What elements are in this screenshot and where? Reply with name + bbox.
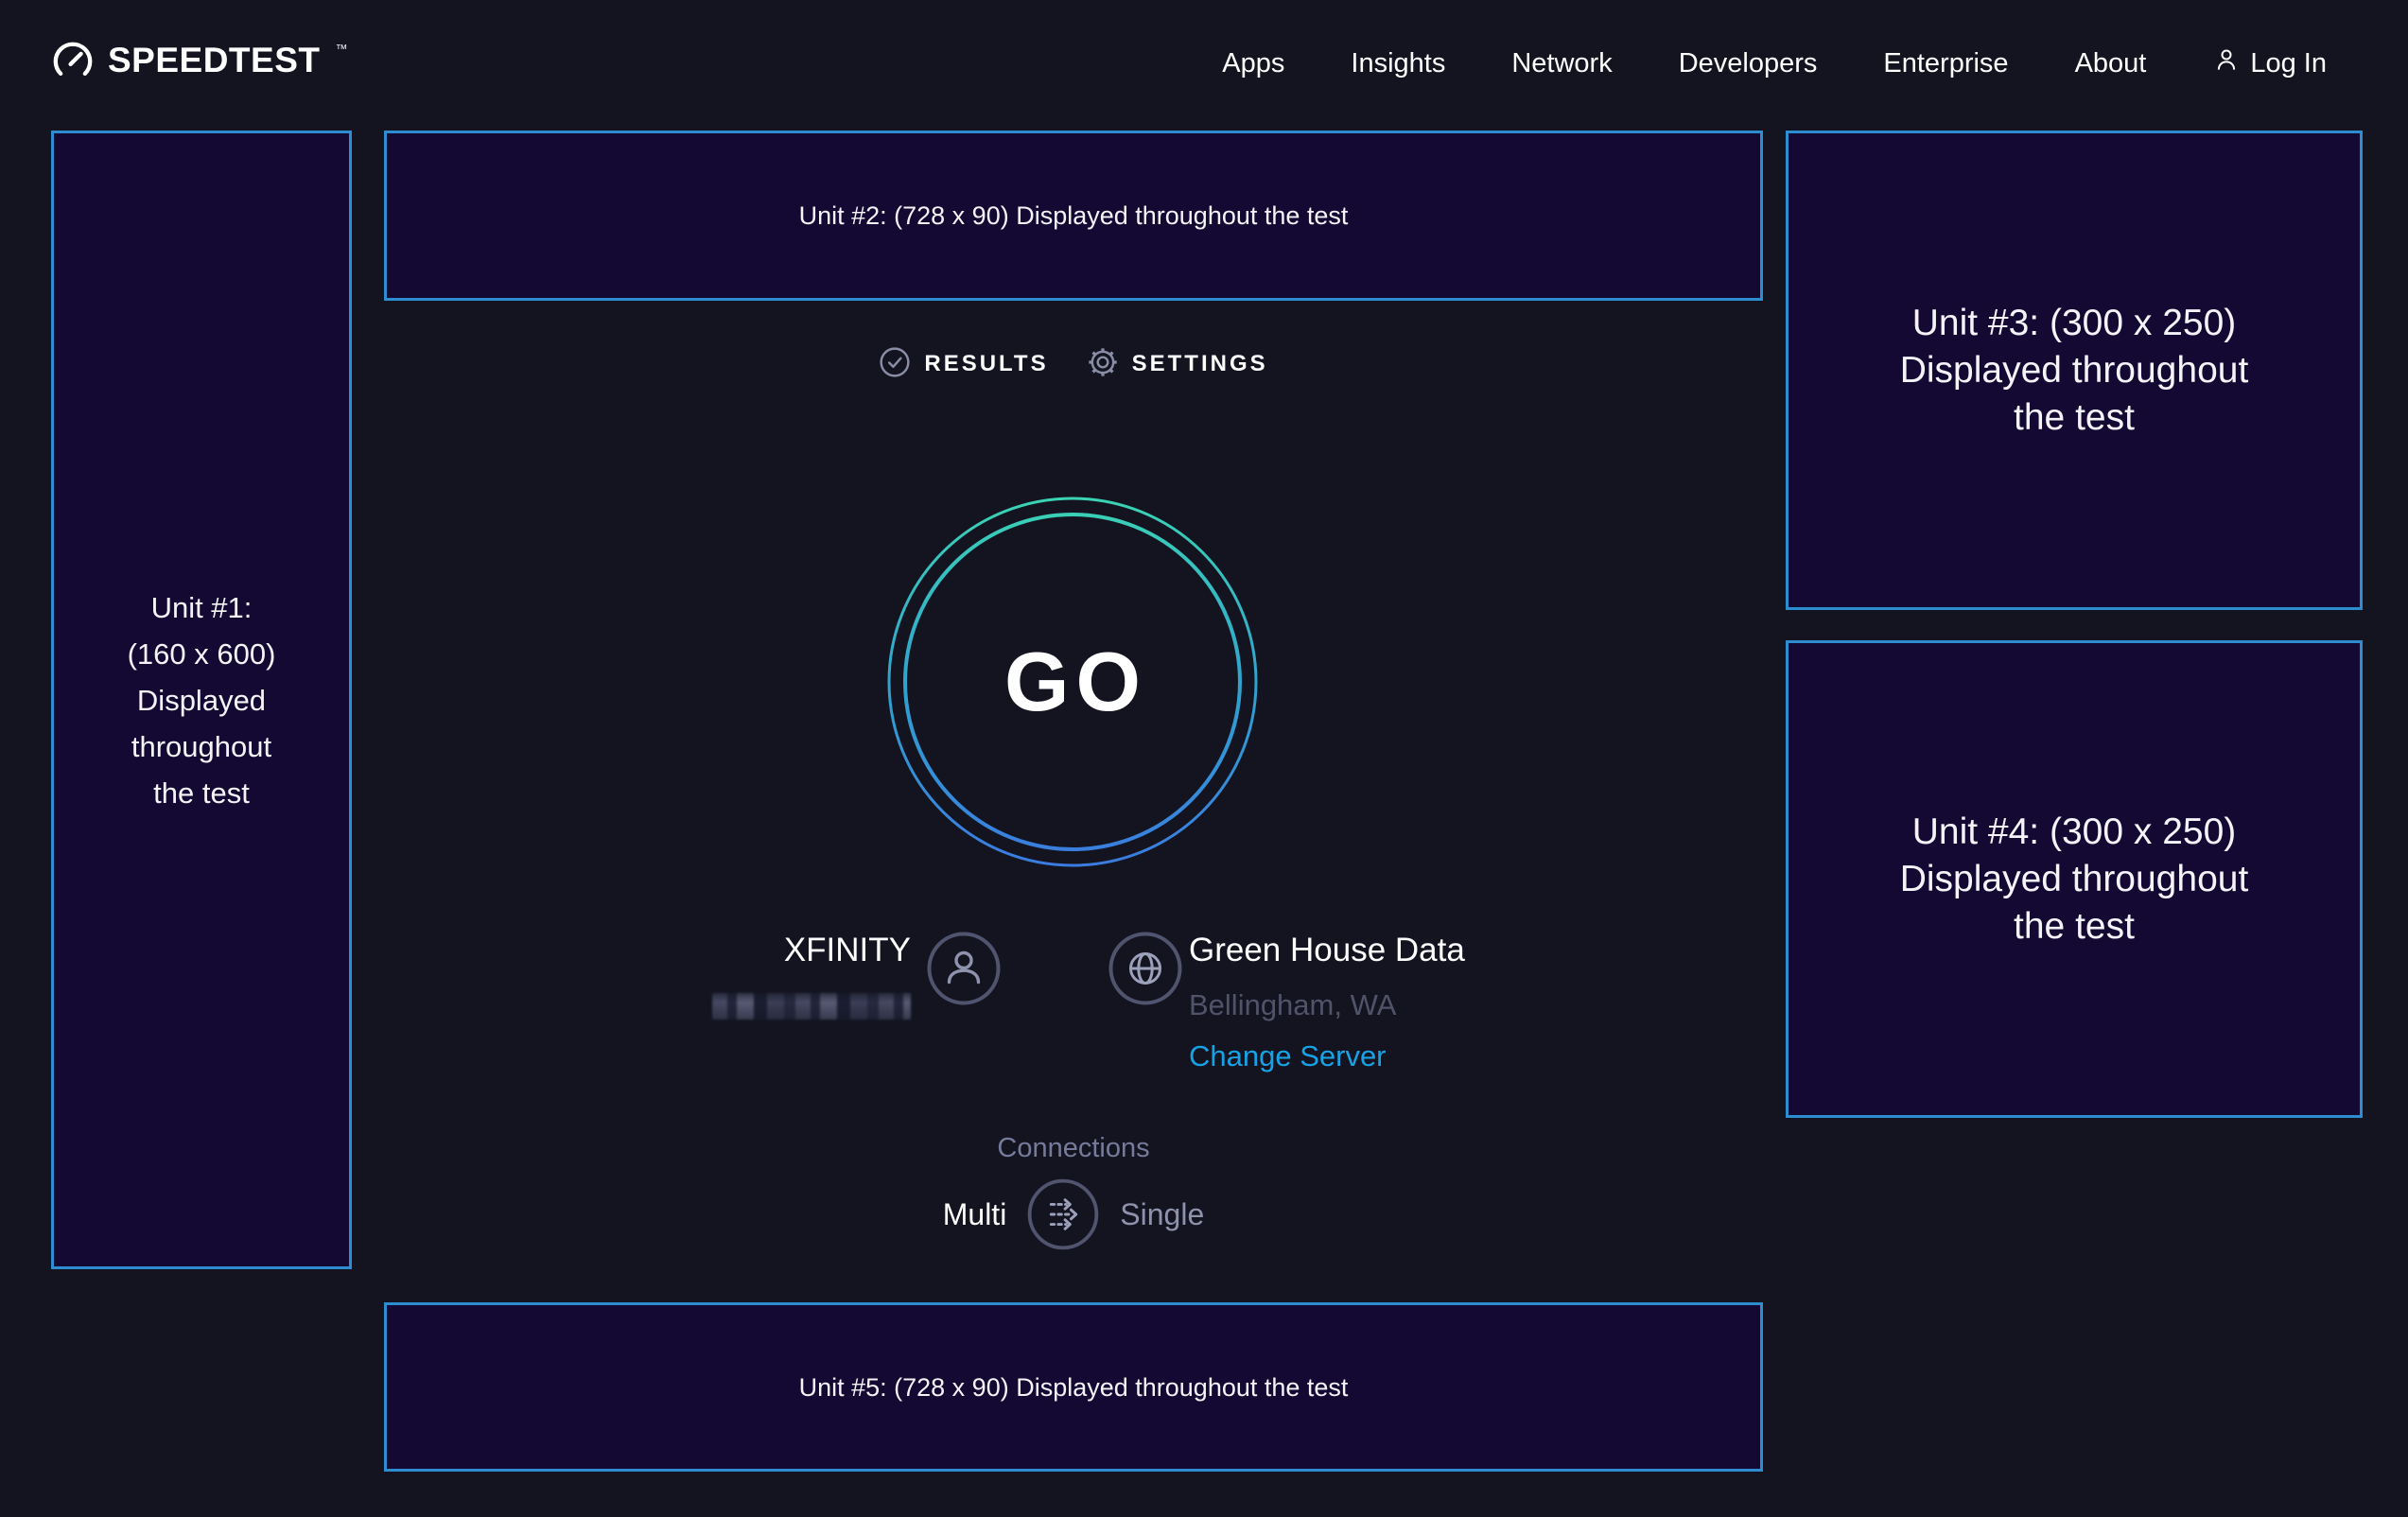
nav-item-about[interactable]: About	[2075, 48, 2147, 79]
go-button-label: GO	[1004, 634, 1147, 730]
nav-item-apps[interactable]: Apps	[1222, 48, 1284, 79]
login-label: Log In	[2250, 48, 2327, 79]
connections-toggle-row: Multi Single	[384, 1178, 1763, 1250]
check-circle-icon	[879, 346, 911, 383]
change-server-link[interactable]: Change Server	[1189, 1037, 1387, 1075]
gear-icon	[1087, 346, 1119, 383]
nav-item-network[interactable]: Network	[1511, 48, 1612, 79]
brand-logo[interactable]: SPEEDTEST ™	[51, 40, 348, 88]
user-icon	[2212, 45, 2241, 81]
speedtest-page: SPEEDTEST ™ Apps Insights Network Develo…	[0, 0, 2408, 1517]
ad-unit-4-text: Unit #4: (300 x 250) Displayed throughou…	[1900, 809, 2249, 950]
view-tabs: RESULTS	[384, 346, 1763, 382]
connections-label: Connections	[384, 1133, 1763, 1164]
tab-results-label: RESULTS	[924, 351, 1048, 377]
isp-user-icon[interactable]	[927, 932, 1001, 1005]
ad-unit-2-text: Unit #2: (728 x 90) Displayed throughout…	[799, 197, 1349, 235]
ad-unit-2[interactable]: Unit #2: (728 x 90) Displayed throughout…	[384, 131, 1763, 301]
connections-single-option[interactable]: Single	[1120, 1197, 1204, 1232]
ip-address-redacted	[712, 993, 911, 1020]
connections-mode-icon[interactable]	[1027, 1178, 1099, 1250]
nav-item-enterprise[interactable]: Enterprise	[1883, 48, 2008, 79]
server-block: Green House Data Bellingham, WA Change S…	[1189, 932, 1465, 1075]
server-name: Green House Data	[1189, 932, 1465, 969]
server-location: Bellingham, WA	[1189, 986, 1465, 1024]
ad-unit-1-text: Unit #1: (160 x 600) Displayed throughou…	[128, 584, 276, 816]
tab-settings[interactable]: SETTINGS	[1087, 346, 1268, 383]
go-button[interactable]: GO	[886, 496, 1259, 868]
ad-unit-4[interactable]: Unit #4: (300 x 250) Displayed throughou…	[1786, 640, 2363, 1118]
speedometer-logo-icon	[51, 40, 95, 88]
ad-unit-3[interactable]: Unit #3: (300 x 250) Displayed throughou…	[1786, 131, 2363, 610]
isp-block: XFINITY	[712, 932, 911, 1020]
header: SPEEDTEST ™ Apps Insights Network Develo…	[51, 21, 2327, 106]
isp-name: XFINITY	[712, 932, 911, 969]
nav-item-login[interactable]: Log In	[2212, 45, 2327, 81]
nav-item-developers[interactable]: Developers	[1679, 48, 1818, 79]
ad-unit-1[interactable]: Unit #1: (160 x 600) Displayed throughou…	[51, 131, 352, 1269]
ad-unit-3-text: Unit #3: (300 x 250) Displayed throughou…	[1900, 300, 2249, 442]
ad-unit-5[interactable]: Unit #5: (728 x 90) Displayed throughout…	[384, 1302, 1763, 1472]
tab-settings-label: SETTINGS	[1132, 351, 1268, 377]
nav-item-insights[interactable]: Insights	[1351, 48, 1445, 79]
brand-trademark: ™	[336, 40, 348, 59]
main-nav: Apps Insights Network Developers Enterpr…	[1222, 45, 2327, 81]
server-globe-icon[interactable]	[1108, 932, 1182, 1005]
tab-results[interactable]: RESULTS	[879, 346, 1048, 383]
connections-multi-option[interactable]: Multi	[943, 1197, 1007, 1232]
ad-unit-5-text: Unit #5: (728 x 90) Displayed throughout…	[799, 1369, 1349, 1406]
brand-name: SPEEDTEST	[108, 40, 321, 81]
